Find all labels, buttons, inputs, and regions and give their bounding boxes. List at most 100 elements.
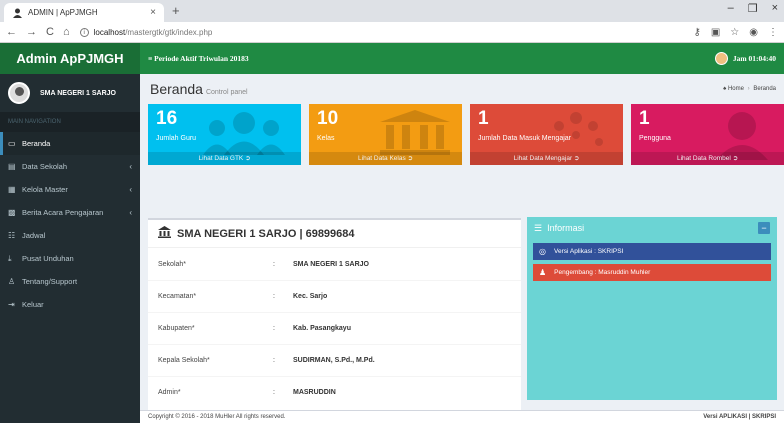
newspaper-icon: ▩	[8, 208, 16, 217]
crumb-home[interactable]: Home	[728, 86, 744, 92]
sidebar-item-berita-acara-pengajaran[interactable]: ▩ Berita Acara Pengajaran ‹	[0, 201, 140, 224]
version-text: Versi Aplikasi : SKRIPSI	[553, 248, 624, 255]
account-icon[interactable]: ◉	[749, 27, 758, 38]
address-bar: ← → C ⌂ i localhost /mastergtk/gtk/index…	[0, 22, 784, 43]
top-navbar: ≡ Periode Aktif Triwulan 20183 Jam 01:04…	[140, 43, 784, 74]
sidebar-item-label: Kelola Master	[22, 185, 68, 194]
url-host: localhost	[93, 27, 126, 37]
window-controls: – ❐ ×	[728, 2, 778, 15]
footer-version: Versi APLIKASI | SKRIPSI	[703, 414, 776, 420]
share-icon	[541, 110, 611, 157]
user-avatar	[8, 82, 30, 104]
stat-number: 1	[478, 108, 489, 129]
row-colon: :	[273, 325, 275, 332]
menu-icon[interactable]: ⋮	[768, 27, 778, 38]
new-tab-button[interactable]: +	[172, 3, 180, 18]
support-icon: ♙	[8, 277, 16, 286]
stat-box: 10 Kelas Lihat Data Kelas ➲	[309, 104, 462, 165]
crumb-current: Beranda	[753, 86, 776, 92]
row-key: Kabupaten*	[158, 325, 195, 332]
key-icon[interactable]: ⚷	[694, 27, 701, 38]
row-colon: :	[273, 389, 275, 396]
table-row: Kabupaten*: Kab. Pasangkayu	[148, 312, 521, 344]
school-heading: SMA NEGERI 1 SARJO | 69899684	[148, 220, 521, 248]
browser-tab[interactable]: ADMIN | ApPJMGH ×	[4, 3, 164, 22]
sidebar-item-keluar[interactable]: ⇥ Keluar	[0, 293, 140, 316]
row-value: Kec. Sarjo	[293, 293, 328, 300]
star-icon[interactable]: ☆	[730, 27, 739, 38]
bank-icon	[158, 226, 171, 241]
stat-box: 1 Pengguna Lihat Data Rombel ➲	[631, 104, 784, 165]
sidebar-item-kelola-master[interactable]: ▦ Kelola Master ‹	[0, 178, 140, 201]
table-row: Kepala Sekolah*: SUDIRMAN, S.Pd., M.Pd.	[148, 344, 521, 376]
chevron-left-icon: ‹	[129, 162, 132, 171]
sidebar-item-jadwal[interactable]: ☷ Jadwal	[0, 224, 140, 247]
url-field[interactable]: i localhost /mastergtk/gtk/index.php	[79, 27, 694, 37]
user-panel: SMA NEGERI 1 SARJO	[0, 74, 140, 112]
sidebar-item-data-sekolah[interactable]: ▤ Data Sekolah ‹	[0, 155, 140, 178]
school-panel: SMA NEGERI 1 SARJO | 69899684 Sekolah*: S…	[148, 218, 521, 411]
stat-more-link[interactable]: Lihat Data Mengajar ➲	[470, 152, 623, 165]
table-row: Sekolah*: SMA NEGERI 1 SARJO	[148, 248, 521, 280]
table-icon: ☷	[8, 231, 16, 240]
sidebar-item-tentang-support[interactable]: ♙ Tentang/Support	[0, 270, 140, 293]
sidebar-item-beranda[interactable]: ▭ Beranda	[0, 132, 140, 155]
table-row: Admin*: MASRUDDIN	[148, 376, 521, 408]
stat-more-link[interactable]: Lihat Data GTK ➲	[148, 152, 301, 165]
sidebar-item-label: Tentang/Support	[22, 277, 78, 286]
forward-icon[interactable]: →	[26, 26, 37, 38]
clock: Jam 01:04:40	[714, 52, 776, 65]
clock-label: Jam 01:04:40	[732, 54, 776, 63]
row-colon: :	[273, 260, 275, 268]
sidebar-item-label: Data Sekolah	[22, 162, 68, 171]
sidebar-item-label: Pusat Unduhan	[22, 254, 74, 263]
collapse-button[interactable]: −	[758, 222, 770, 234]
row-key: Kecamatan*	[158, 293, 197, 300]
avatar[interactable]	[714, 52, 728, 65]
stat-number: 16	[156, 108, 178, 129]
page-title-text: Beranda	[150, 81, 203, 97]
app-logo[interactable]: Admin ApPJMGH	[0, 43, 140, 74]
minimize-icon[interactable]: –	[728, 2, 734, 15]
row-colon: :	[273, 357, 275, 364]
period-label[interactable]: ≡ Periode Aktif Triwulan 20183	[148, 54, 715, 63]
nav-header: MAIN NAVIGATION	[0, 112, 140, 132]
close-window-icon[interactable]: ×	[772, 2, 778, 15]
back-icon[interactable]: ←	[6, 26, 17, 38]
browser-tabbar: ADMIN | ApPJMGH × + – ❐ ×	[0, 0, 784, 22]
stat-number: 1	[639, 108, 650, 129]
user-favicon-icon	[12, 8, 22, 18]
row-key: Admin*	[158, 389, 181, 396]
user-name: SMA NEGERI 1 SARJO	[40, 89, 116, 97]
extension-icon[interactable]: ▣	[711, 27, 720, 38]
school-heading-text: SMA NEGERI 1 SARJO | 69899684	[177, 227, 355, 240]
row-value: SUDIRMAN, S.Pd., M.Pd.	[293, 357, 375, 364]
stat-more-link[interactable]: Lihat Data Rombel ➲	[631, 152, 784, 165]
sidebar-item-label: Berita Acara Pengajaran	[22, 208, 104, 217]
close-tab-icon[interactable]: ×	[150, 7, 156, 18]
row-value: SMA NEGERI 1 SARJO	[293, 260, 369, 268]
reload-icon[interactable]: C	[46, 26, 54, 38]
chevron-left-icon: ‹	[129, 208, 132, 217]
stat-more-link[interactable]: Lihat Data Kelas ➲	[309, 152, 462, 165]
breadcrumb: ♠ Home › Beranda	[723, 86, 776, 92]
footer: Copyright © 2016 - 2018 MuHler All right…	[140, 410, 784, 423]
institution-icon	[380, 110, 450, 157]
sidebar-item-pusat-unduhan[interactable]: ⤓ Pusat Unduhan	[0, 247, 140, 270]
home-crumb-icon[interactable]: ♠	[723, 86, 726, 92]
building-icon: ▤	[8, 162, 16, 171]
page-title: Beranda Control panel	[150, 81, 248, 97]
page-subtitle: Control panel	[205, 89, 248, 96]
site-info-icon[interactable]: i	[79, 27, 89, 37]
stat-label: Jumlah Data Masuk Mengajar	[478, 135, 571, 142]
maximize-icon[interactable]: ❐	[748, 2, 758, 15]
stat-label: Jumlah Guru	[156, 135, 197, 142]
copyright-text: Copyright © 2016 - 2018 MuHler All right…	[148, 414, 286, 420]
user-icon: ♟	[539, 268, 547, 277]
sidebar-item-label: Beranda	[22, 139, 51, 148]
home-icon[interactable]: ⌂	[63, 26, 70, 38]
row-key: Sekolah*	[158, 260, 187, 268]
file-icon: ▦	[8, 185, 16, 194]
info-box: ☰ Informasi − ◎ Versi Aplikasi : SKRIPSI…	[527, 217, 777, 400]
content-area: Beranda Control panel ♠ Home › Beranda 16…	[140, 74, 784, 423]
